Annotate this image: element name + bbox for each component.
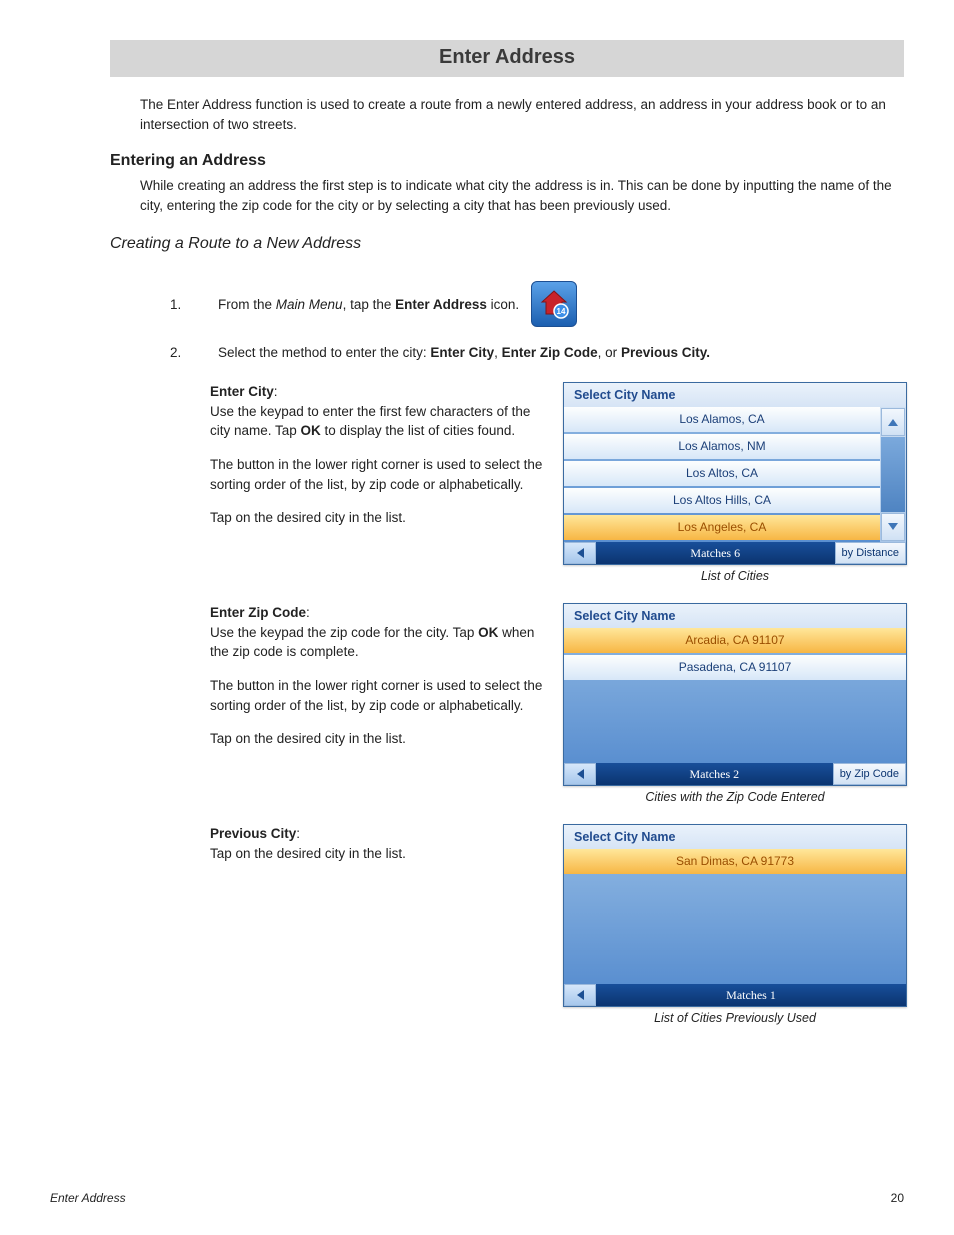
list-of-cities-screen: Select City NameLos Alamos, CALos Alamos… bbox=[563, 382, 907, 565]
previous-cities-screen: Select City NameSan Dimas, CA 91773 Match… bbox=[563, 824, 907, 1007]
footer-section: Enter Address bbox=[50, 1191, 126, 1205]
enter-city-text: Enter City: Use the keypad to enter the … bbox=[210, 382, 563, 541]
footer-page-number: 20 bbox=[891, 1191, 904, 1205]
page-title-bar: Enter Address bbox=[110, 40, 904, 77]
scrollbar[interactable] bbox=[880, 407, 906, 542]
screen-caption: List of Cities bbox=[563, 569, 907, 583]
step-number: 1. bbox=[170, 297, 210, 312]
screen-header: Select City Name bbox=[564, 604, 906, 628]
list-item[interactable]: San Dimas, CA 91773 bbox=[564, 849, 906, 874]
zip-cities-screen: Select City NameArcadia, CA 91107Pasaden… bbox=[563, 603, 907, 786]
sort-button[interactable]: by Distance bbox=[835, 542, 906, 564]
step-1: 1. From the Main Menu, tap the Enter Add… bbox=[170, 281, 904, 327]
list-item[interactable]: Pasadena, CA 91107 bbox=[564, 655, 906, 680]
step-text: Select the method to enter the city: Ent… bbox=[218, 345, 710, 360]
screen-caption: List of Cities Previously Used bbox=[563, 1011, 907, 1025]
svg-text:14: 14 bbox=[557, 307, 566, 316]
list-item[interactable]: Los Angeles, CA bbox=[564, 515, 880, 540]
step-text: From the Main Menu, tap the Enter Addres… bbox=[218, 297, 519, 312]
matches-label: Matches 2 bbox=[596, 763, 833, 785]
page-title: Enter Address bbox=[110, 46, 904, 69]
enter-zip-text: Enter Zip Code: Use the keypad the zip c… bbox=[210, 603, 563, 762]
list-item[interactable]: Los Altos Hills, CA bbox=[564, 488, 880, 513]
step-number: 2. bbox=[170, 345, 210, 360]
scroll-up-button[interactable] bbox=[881, 408, 905, 436]
list-item[interactable]: Arcadia, CA 91107 bbox=[564, 628, 906, 653]
section-paragraph: While creating an address the first step… bbox=[140, 176, 904, 215]
enter-address-icon: 14 bbox=[531, 281, 577, 327]
intro-paragraph: The Enter Address function is used to cr… bbox=[140, 95, 904, 134]
sort-button[interactable]: by Zip Code bbox=[833, 763, 906, 785]
matches-label: Matches 1 bbox=[596, 984, 906, 1006]
list-item[interactable]: Los Alamos, NM bbox=[564, 434, 880, 459]
list-item[interactable]: Los Alamos, CA bbox=[564, 407, 880, 432]
back-button[interactable] bbox=[564, 763, 596, 785]
scroll-down-button[interactable] bbox=[881, 513, 905, 541]
subsection-heading: Creating a Route to a New Address bbox=[110, 235, 904, 253]
screen-header: Select City Name bbox=[564, 383, 906, 407]
list-item[interactable]: Los Altos, CA bbox=[564, 461, 880, 486]
step-2: 2. Select the method to enter the city: … bbox=[170, 345, 904, 360]
city-list: Arcadia, CA 91107Pasadena, CA 91107 bbox=[564, 628, 906, 763]
previous-city-text: Previous City: Tap on the desired city i… bbox=[210, 824, 563, 877]
back-button[interactable] bbox=[564, 542, 596, 564]
screen-header: Select City Name bbox=[564, 825, 906, 849]
page-footer: Enter Address 20 bbox=[50, 1191, 904, 1205]
screen-caption: Cities with the Zip Code Entered bbox=[563, 790, 907, 804]
matches-label: Matches 6 bbox=[596, 542, 835, 564]
back-button[interactable] bbox=[564, 984, 596, 1006]
section-heading: Entering an Address bbox=[110, 152, 904, 170]
city-list: Los Alamos, CALos Alamos, NMLos Altos, C… bbox=[564, 407, 880, 542]
city-list: San Dimas, CA 91773 bbox=[564, 849, 906, 984]
